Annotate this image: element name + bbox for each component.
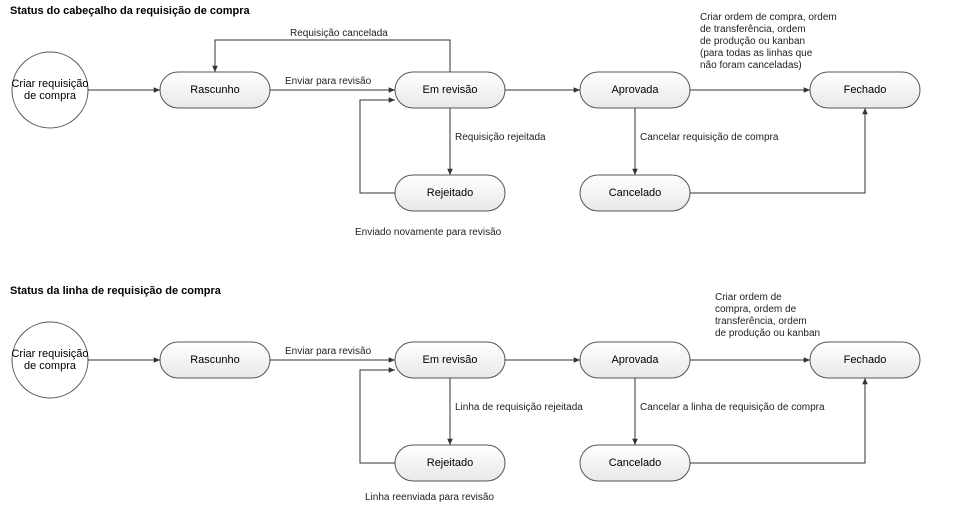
approved-label: Aprovada <box>611 84 659 96</box>
edge-resubmit-label: Enviado novamente para revisão <box>355 227 502 238</box>
edge-reject-label: Linha de requisição rejeitada <box>455 402 583 413</box>
edge-cancelled-closed <box>690 108 865 193</box>
header-workflow: Status do cabeçalho da requisição de com… <box>10 5 920 238</box>
node-approved: Aprovada <box>580 342 690 378</box>
cancelled-label: Cancelado <box>609 187 662 199</box>
review-label: Em revisão <box>422 84 477 96</box>
close-label-1: Criar ordem de <box>715 292 782 303</box>
close-label-3: transferência, ordem <box>715 316 807 327</box>
approved-label: Aprovada <box>611 354 659 366</box>
header-title: Status do cabeçalho da requisição de com… <box>10 5 251 17</box>
node-start: Criar requisiçãode compra <box>11 52 88 128</box>
edge-cancelled-closed <box>690 378 865 463</box>
line-workflow: Status da linha de requisição de compra … <box>10 285 920 503</box>
edge-to-review-label: Enviar para revisão <box>285 346 372 357</box>
node-review: Em revisão <box>395 72 505 108</box>
node-cancelled: Cancelado <box>580 175 690 211</box>
node-draft: Rascunho <box>160 342 270 378</box>
edge-rejected-review <box>360 100 395 193</box>
close-label-1: Criar ordem de compra, ordem <box>700 12 837 23</box>
node-rejected: Rejeitado <box>395 445 505 481</box>
edge-cancel-to-draft <box>215 40 450 72</box>
draft-label: Rascunho <box>190 84 240 96</box>
node-review: Em revisão <box>395 342 505 378</box>
draft-label: Rascunho <box>190 354 240 366</box>
edge-cancel-approved-label: Cancelar a linha de requisição de compra <box>640 402 825 413</box>
rejected-label: Rejeitado <box>427 187 473 199</box>
edge-cancel-draft-label: Requisição cancelada <box>290 28 388 39</box>
close-label-3: de produção ou kanban <box>700 36 805 47</box>
node-start: Criar requisiçãode compra <box>11 322 88 398</box>
rejected-label: Rejeitado <box>427 457 473 469</box>
cancelled-label: Cancelado <box>609 457 662 469</box>
close-label-4: de produção ou kanban <box>715 328 820 339</box>
edge-cancel-approved-label: Cancelar requisição de compra <box>640 132 779 143</box>
review-label: Em revisão <box>422 354 477 366</box>
node-draft: Rascunho <box>160 72 270 108</box>
line-title: Status da linha de requisição de compra <box>10 285 222 297</box>
node-closed: Fechado <box>810 342 920 378</box>
node-closed: Fechado <box>810 72 920 108</box>
node-approved: Aprovada <box>580 72 690 108</box>
closed-label: Fechado <box>844 84 887 96</box>
node-rejected: Rejeitado <box>395 175 505 211</box>
node-cancelled: Cancelado <box>580 445 690 481</box>
close-label-2: compra, ordem de <box>715 304 797 315</box>
close-label-2: de transferência, ordem <box>700 24 806 35</box>
edge-resubmit-label: Linha reenviada para revisão <box>365 492 494 503</box>
closed-label: Fechado <box>844 354 887 366</box>
close-label-5: não foram canceladas) <box>700 60 802 71</box>
edge-rejected-review <box>360 370 395 463</box>
close-label-4: (para todas as linhas que <box>700 48 813 59</box>
edge-to-review-label: Enviar para revisão <box>285 76 372 87</box>
edge-reject-label: Requisição rejeitada <box>455 132 546 143</box>
workflow-diagram: Status do cabeçalho da requisição de com… <box>0 0 957 505</box>
